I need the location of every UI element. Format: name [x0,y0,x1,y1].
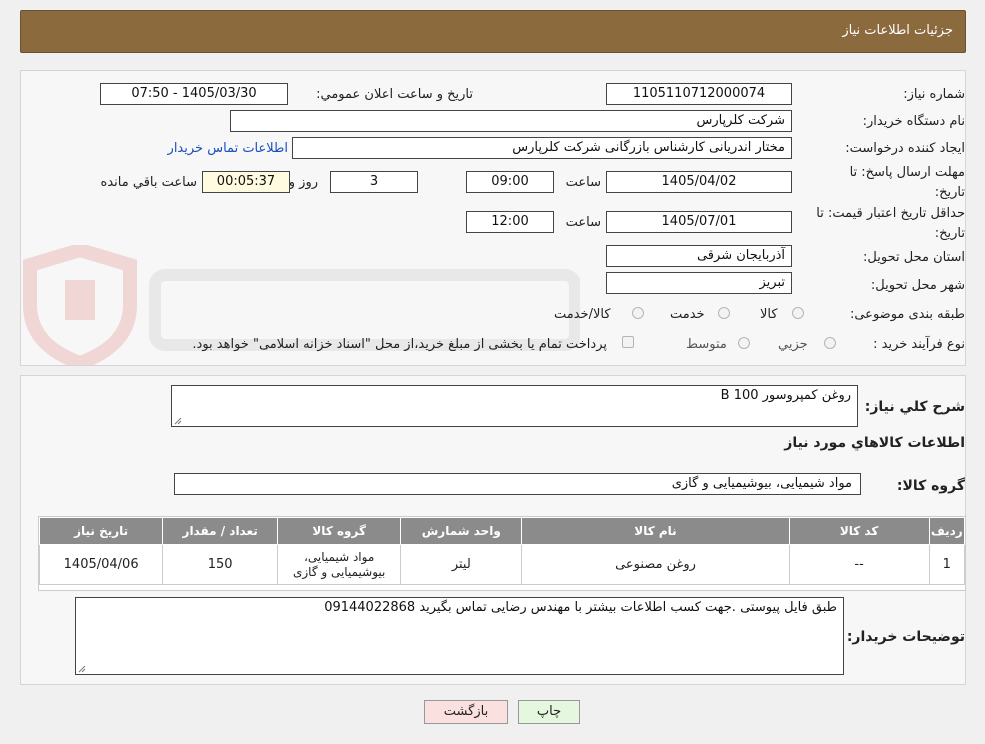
deadline-label-line1: مهلت ارسال پاسخ: تا [849,165,965,180]
resize-grip-icon[interactable] [174,417,182,425]
category-goods-label: کالا [760,307,778,322]
description-text: روغن کمپروسور B 100 [720,388,851,403]
deadline-label-line2: تاريخ: [934,185,965,200]
validity-label-line1: حداقل تاريخ اعتبار قيمت: تا [816,206,965,221]
deadline-time-label: ساعت [565,175,601,190]
validity-time-label: ساعت [565,215,601,230]
province-field: آذربايجان شرقی [606,245,792,267]
group-field: مواد شيميايی، بيوشيميايی و گازی [174,473,861,495]
col-group-header: گروه کالا [277,517,402,545]
col-name-header: نام کالا [521,517,790,545]
page-title: جزئیات اطلاعات نیاز [842,23,953,38]
remaining-time-field: 00:05:37 [202,171,290,193]
items-table: رديف کد کالا نام کالا واحد شمارش گروه کا… [38,517,966,585]
cell-name: روغن مصنوعی [521,544,790,585]
remaining-label: ساعت باقي مانده [100,175,197,190]
col-date-header: تاريخ نياز [38,517,164,545]
cell-row: 1 [928,544,966,585]
need-number-label: شماره نیاز: [903,87,965,102]
creator-label: ايجاد کننده درخواست: [845,141,965,156]
category-label: طبقه بندی موضوعی: [849,307,965,322]
page-header: جزئیات اطلاعات نیاز [20,10,966,53]
description-label: شرح کلي نياز: [864,399,965,415]
back-button[interactable]: بازگشت [424,700,508,724]
cell-date: 1405/04/06 [38,544,164,585]
table-row: 1 -- روغن مصنوعی ليتر مواد شيميايی، بيوش… [38,544,966,585]
category-goods-service-radio[interactable] [632,307,644,319]
process-small-label: جزيي [778,337,808,352]
process-small-radio[interactable] [824,337,836,349]
buyer-notes-label: توضيحات خريدار: [846,629,965,645]
resize-grip-icon[interactable] [78,665,86,673]
deadline-date-field: 1405/04/02 [606,171,792,193]
deadline-time-field: 09:00 [466,171,554,193]
need-number-field: 1105110712000074 [606,83,792,105]
items-table-header-row: رديف کد کالا نام کالا واحد شمارش گروه کا… [38,517,966,545]
col-code-header: کد کالا [788,517,930,545]
treasury-checkbox[interactable] [622,336,634,348]
items-table-wrapper: رديف کد کالا نام کالا واحد شمارش گروه کا… [38,516,966,591]
cell-code: -- [788,544,930,585]
city-label: شهر محل تحويل: [870,278,965,293]
cell-unit: ليتر [400,544,523,585]
payment-note: پرداخت تمام يا بخشی از مبلغ خريد،از محل … [192,337,607,352]
category-service-label: خدمت [670,307,705,322]
buyer-notes-textarea[interactable]: طبق فایل پیوستی .جهت کسب اطلاعات بیشتر ب… [75,597,844,675]
days-label: روز و [288,175,318,190]
col-qty-header: تعداد / مقدار [162,517,279,545]
category-service-radio[interactable] [718,307,730,319]
items-heading: اطلاعات کالاهاي مورد نياز [784,435,965,451]
city-field: تبريز [606,272,792,294]
description-textarea[interactable]: روغن کمپروسور B 100 [171,385,858,427]
col-unit-header: واحد شمارش [400,517,523,545]
group-label: گروه کالا: [896,478,965,494]
print-button[interactable]: چاپ [518,700,580,724]
col-row-header: رديف [928,517,966,545]
process-label: نوع فرآیند خريد : [873,337,965,352]
days-field: 3 [330,171,418,193]
announce-field: 1405/03/30 - 07:50 [100,83,288,105]
process-medium-radio[interactable] [738,337,750,349]
process-medium-label: متوسط [686,337,727,352]
buyer-notes-text: طبق فایل پیوستی .جهت کسب اطلاعات بیشتر ب… [324,600,837,615]
validity-label-line2: تاريخ: [934,226,965,241]
buyer-org-field: شرکت کلرپارس [230,110,792,132]
creator-field: مختار اندريانی کارشناس بازرگانی شرکت کلر… [292,137,792,159]
buyer-contact-link[interactable]: اطلاعات تماس خريدار [168,141,288,156]
category-goods-radio[interactable] [792,307,804,319]
announce-label: تاریخ و ساعت اعلان عمومي: [316,87,473,102]
buyer-org-label: نام دستگاه خريدار: [862,114,965,129]
cell-qty: 150 [162,544,279,585]
validity-time-field: 12:00 [466,211,554,233]
cell-group: مواد شيميايی، بيوشيميايی و گازی [277,544,402,585]
validity-date-field: 1405/07/01 [606,211,792,233]
province-label: استان محل تحويل: [863,250,965,265]
category-goods-service-label: کالا/خدمت [554,307,611,322]
